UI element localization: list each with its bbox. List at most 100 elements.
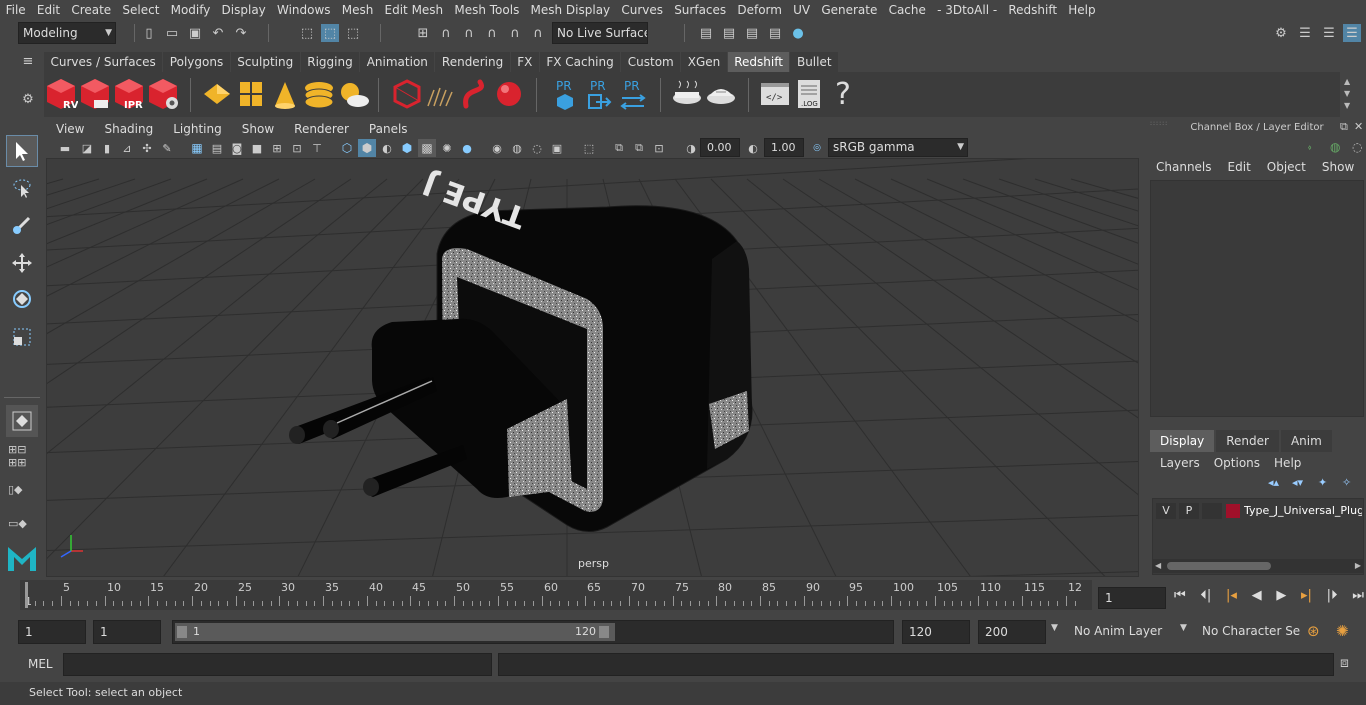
redshift-render-sequence-button[interactable] — [78, 76, 112, 112]
layout-split-icon[interactable]: ▯◆ — [8, 483, 36, 509]
snap-curve-icon[interactable]: ∩ — [437, 24, 455, 42]
ipr-render-icon[interactable]: ▤ — [743, 24, 761, 42]
menu-3dtoall[interactable]: - 3DtoAll - — [931, 0, 1002, 20]
field-chart-icon[interactable]: ⊞ — [268, 139, 286, 157]
menu-generate[interactable]: Generate — [816, 0, 883, 20]
bookmark-icon[interactable]: ▮ — [98, 139, 116, 157]
layer-scroll-thumb[interactable] — [1167, 562, 1271, 570]
redshift-material-ball-button[interactable] — [492, 76, 526, 112]
select-tool-icon[interactable] — [6, 135, 38, 167]
snap-point-icon[interactable]: ∩ — [460, 24, 478, 42]
exposure-field[interactable]: 0.00 — [700, 138, 740, 157]
shelf-tab-fx-caching[interactable]: FX Caching — [539, 52, 621, 72]
move-layer-down-icon[interactable]: ◂▾ — [1292, 476, 1303, 489]
menu-edit[interactable]: Edit — [31, 0, 65, 20]
shelf-tab-sculpting[interactable]: Sculpting — [230, 52, 300, 72]
render-settings-icon[interactable]: ▤ — [766, 24, 784, 42]
lasso-tool-icon[interactable] — [6, 172, 38, 204]
ambient-occlusion-icon[interactable]: ● — [458, 139, 476, 157]
channel-menu-object[interactable]: Object — [1267, 160, 1306, 174]
layer-tab-anim[interactable]: Anim — [1280, 430, 1332, 452]
gamma-icon[interactable]: ◐ — [744, 139, 762, 157]
script-editor-button[interactable]: </> — [758, 76, 792, 112]
xray-components-icon[interactable]: ▣ — [548, 139, 566, 157]
redshift-dome-light-button[interactable] — [302, 76, 336, 112]
layer-type-toggle[interactable] — [1202, 503, 1222, 519]
step-back-icon[interactable]: ⏴| — [1200, 588, 1211, 608]
redshift-hair-button[interactable] — [424, 76, 458, 112]
render-frame-icon[interactable]: ▤ — [720, 24, 738, 42]
menu-surfaces[interactable]: Surfaces — [669, 0, 732, 20]
shelf-tab-rendering[interactable]: Rendering — [435, 52, 510, 72]
gamma-field[interactable]: 1.00 — [764, 138, 804, 157]
menu-cache[interactable]: Cache — [883, 0, 932, 20]
paint-select-tool-icon[interactable] — [6, 209, 38, 241]
shelf-settings-icon[interactable]: ⚙ — [19, 90, 37, 108]
layer-playback-toggle[interactable]: P — [1179, 503, 1199, 519]
float-panel-icon[interactable]: ⧉ — [1340, 120, 1348, 134]
workspace-icon[interactable]: ⚙ — [1272, 24, 1290, 42]
viewport-menu-panels[interactable]: Panels — [359, 121, 418, 138]
menu-create[interactable]: Create — [66, 0, 117, 20]
use-all-lights-icon[interactable]: ▩ — [418, 139, 436, 157]
menu-edit-mesh[interactable]: Edit Mesh — [379, 0, 449, 20]
auto-key-icon[interactable]: ⊛ — [1307, 622, 1320, 640]
smooth-shade-icon[interactable]: ⬢ — [358, 139, 376, 157]
time-slider[interactable]: 1 5 10 15 20 25 30 35 40 45 50 55 60 65 70 75 80 85 90 95 1… — [20, 580, 1092, 610]
hypershade-icon[interactable]: ● — [789, 24, 807, 42]
pr-swap-button[interactable]: PR — [616, 76, 650, 112]
redo-icon[interactable]: ↷ — [232, 24, 250, 42]
menu-deform[interactable]: Deform — [732, 0, 788, 20]
viewport-menu-show[interactable]: Show — [232, 121, 284, 138]
menu-mesh-tools[interactable]: Mesh Tools — [449, 0, 525, 20]
shelf-tab-bullet[interactable]: Bullet — [790, 52, 839, 72]
grease-pencil-icon[interactable]: ✎ — [158, 139, 176, 157]
move-tool-icon[interactable] — [6, 247, 38, 279]
layer-menu-help[interactable]: Help — [1274, 456, 1301, 470]
mel-label[interactable]: MEL — [28, 657, 53, 671]
playback-start-field[interactable]: 1 — [93, 620, 161, 644]
layer-menu-layers[interactable]: Layers — [1160, 456, 1200, 470]
rotate-tool-icon[interactable] — [6, 283, 38, 315]
viewport-menu-renderer[interactable]: Renderer — [284, 121, 359, 138]
end-time-field[interactable]: 200 — [978, 620, 1046, 644]
live-surface-field[interactable]: No Live Surface — [552, 22, 648, 44]
safe-frame-icon[interactable]: ⊡ — [650, 139, 668, 157]
shelf-tab-fx[interactable]: FX — [510, 52, 539, 72]
select-camera-icon[interactable]: ⬚ — [580, 139, 598, 157]
redshift-settings-button[interactable] — [146, 76, 180, 112]
anim-prefs-icon[interactable]: ✺ — [1336, 622, 1349, 640]
menu-redshift[interactable]: Redshift — [1003, 0, 1063, 20]
range-start-handle[interactable] — [177, 626, 187, 638]
scroll-left-icon[interactable]: ◀ — [1155, 559, 1161, 573]
redshift-area-light-button[interactable] — [234, 76, 268, 112]
redshift-light-button[interactable] — [200, 76, 234, 112]
redshift-sun-sky-button[interactable] — [336, 76, 370, 112]
channel-box-speed-icon[interactable]: ◌ — [1352, 140, 1362, 154]
layout-quad-icon[interactable]: ⊞⊟ ⊞⊞ — [8, 443, 36, 469]
bake-button[interactable] — [670, 76, 704, 112]
redshift-render-view-button[interactable]: RV — [44, 76, 78, 112]
viewport-menu-shading[interactable]: Shading — [94, 121, 163, 138]
select-hierarchy-icon[interactable]: ⬚ — [298, 24, 316, 42]
range-end-handle[interactable] — [599, 626, 609, 638]
mode-dropdown[interactable]: Modeling ▼ — [18, 22, 116, 44]
layer-visibility-toggle[interactable]: V — [1156, 503, 1176, 519]
shelf-tab-rigging[interactable]: Rigging — [300, 52, 360, 72]
xray-icon[interactable]: ◍ — [508, 139, 526, 157]
save-scene-icon[interactable]: ▣ — [186, 24, 204, 42]
go-to-end-icon[interactable]: ⏭ — [1352, 588, 1364, 608]
new-layer-icon[interactable]: ✦ — [1318, 476, 1327, 489]
menu-curves[interactable]: Curves — [616, 0, 669, 20]
channel-box-key-icon[interactable]: ⬫ — [1308, 140, 1311, 155]
2d-pan-icon[interactable]: ✣ — [138, 139, 156, 157]
safe-action-icon[interactable]: ⊡ — [288, 139, 306, 157]
safe-title-icon[interactable]: ⊤ — [308, 139, 326, 157]
resolution-gate-icon[interactable]: ◙ — [228, 139, 246, 157]
new-layer-selected-icon[interactable]: ✧ — [1342, 476, 1351, 489]
bake-settings-button[interactable] — [704, 76, 738, 112]
shelf-tab-custom[interactable]: Custom — [621, 52, 681, 72]
film-gate-icon[interactable]: ▤ — [208, 139, 226, 157]
viewport-menu-view[interactable]: View — [46, 121, 94, 138]
anim-layer-dropdown[interactable]: No Anim Layer — [1068, 620, 1172, 644]
